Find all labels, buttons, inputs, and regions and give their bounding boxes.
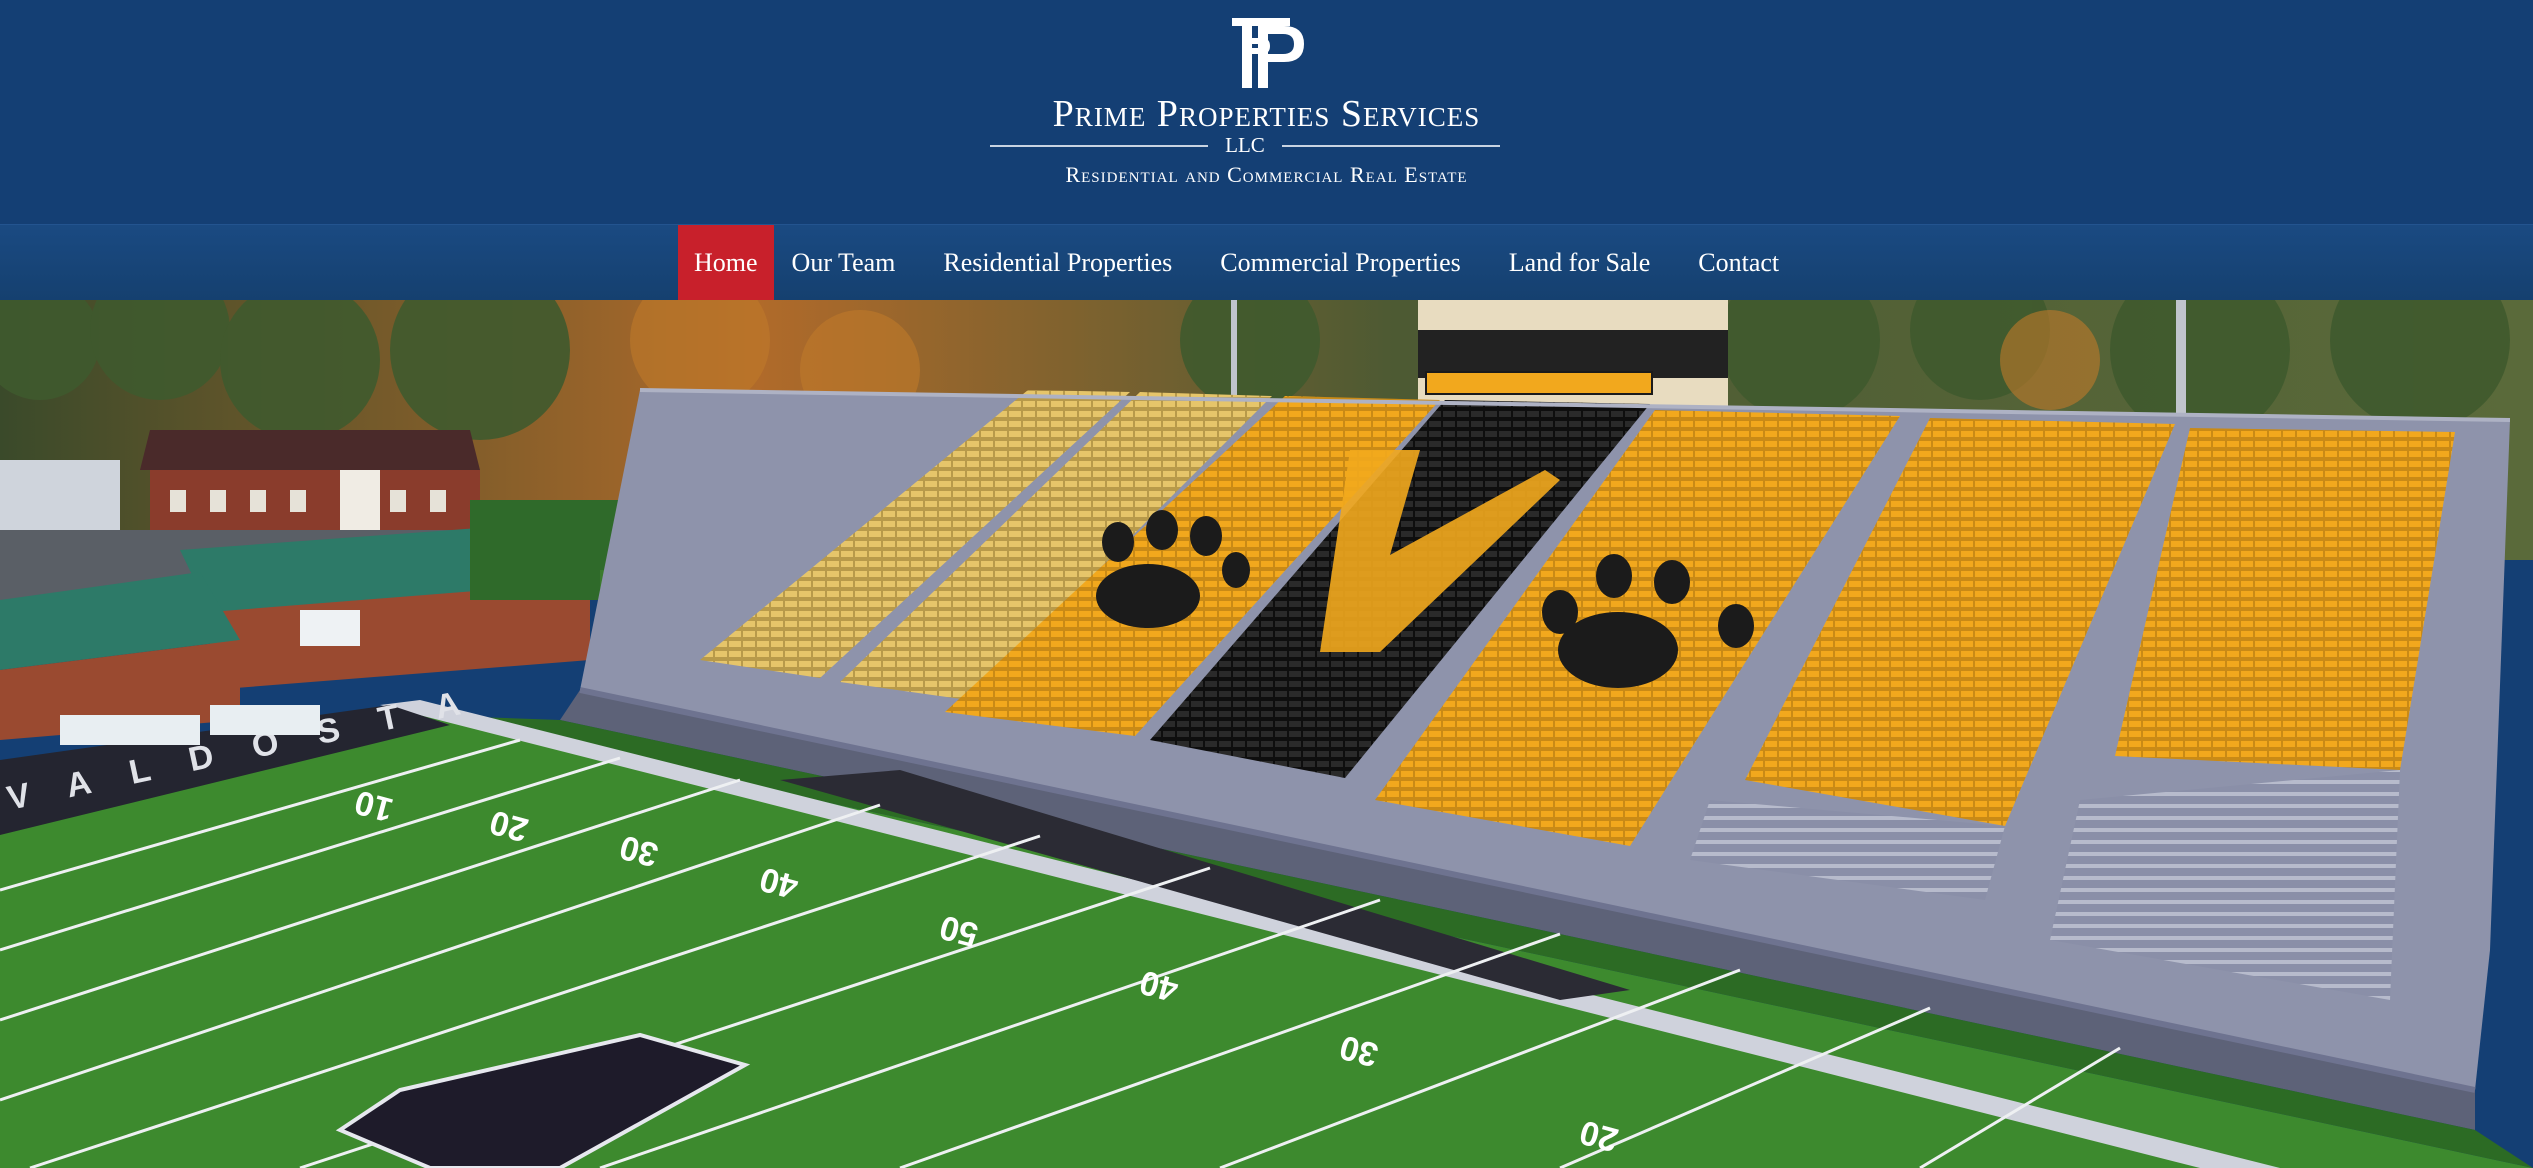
pp-monogram-icon [1232, 18, 1304, 88]
brand-tagline: Residential and Commercial Real Estate [1065, 162, 1468, 187]
brand-name: Prime Properties Services [1052, 93, 1481, 135]
nav-item-contact[interactable]: Contact [1682, 225, 1795, 301]
nav-list: Home Our Team Residential Properties Com… [678, 225, 1795, 301]
main-navigation: Home Our Team Residential Properties Com… [0, 224, 2533, 301]
stadium-photo: 10 20 30 40 50 40 30 20 VALDOSTA [0, 300, 2533, 1168]
site-header: Prime Properties Services LLC Residentia… [0, 0, 2533, 224]
brand-llc: LLC [1225, 133, 1265, 157]
nav-item-commercial-properties[interactable]: Commercial Properties [1204, 225, 1476, 301]
nav-item-land-for-sale[interactable]: Land for Sale [1493, 225, 1667, 301]
hero-image: 10 20 30 40 50 40 30 20 VALDOSTA [0, 300, 2533, 1168]
nav-item-residential-properties[interactable]: Residential Properties [927, 225, 1188, 301]
brand-logo[interactable]: Prime Properties Services LLC Residentia… [0, 0, 2533, 224]
nav-item-home[interactable]: Home [678, 225, 774, 301]
brand-llc-row: LLC [990, 132, 1500, 158]
nav-item-our-team[interactable]: Our Team [776, 225, 912, 301]
